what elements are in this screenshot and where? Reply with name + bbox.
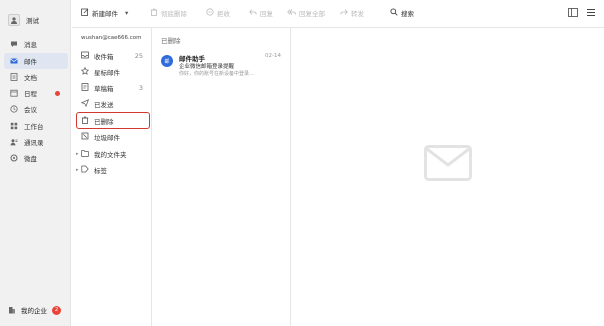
folder-count: 25: [134, 51, 143, 60]
nav-item-contacts[interactable]: 通讯录: [4, 134, 68, 150]
trash-icon: [81, 116, 89, 126]
nav-label: 日程: [24, 90, 37, 98]
nav-label: 工作台: [24, 123, 44, 131]
mail-icon: [10, 57, 18, 65]
nav-item-meeting[interactable]: 会议: [4, 101, 68, 117]
reply-icon: [249, 8, 257, 18]
nav-item-workbench[interactable]: 工作台: [4, 118, 68, 134]
delete-icon: [150, 8, 158, 18]
forward-button[interactable]: 转发: [340, 8, 364, 18]
folder-pane: wushan@cae666.com 收件箱 25 星标邮件 草稿箱 3 已发送 …: [72, 28, 152, 326]
compose-icon: [81, 8, 89, 18]
calendar-icon: [10, 89, 18, 97]
folder-label: 已发送: [94, 100, 114, 109]
new-mail-button[interactable]: 新建邮件 ▾: [81, 8, 128, 18]
reply-all-label: 回复全部: [299, 10, 325, 18]
envelope-icon: [424, 145, 472, 183]
search-label: 搜索: [401, 10, 414, 18]
nav-label: 微盘: [24, 155, 37, 163]
contacts-icon: [10, 138, 18, 146]
folder-count: 3: [138, 83, 143, 92]
reply-all-button[interactable]: 回复全部: [287, 8, 325, 18]
account-email: wushan@cae666.com: [81, 35, 142, 41]
block-icon: [206, 8, 214, 18]
inbox-icon: [81, 51, 89, 61]
layout-toggle-button[interactable]: [568, 8, 578, 19]
meeting-icon: [10, 105, 18, 113]
nav-label: 文档: [24, 74, 37, 82]
folder-label: 星标邮件: [94, 68, 120, 77]
mail-date: 02-14: [265, 53, 281, 59]
chevron-down-icon[interactable]: ▾: [125, 9, 128, 17]
mail-preview: 你好，你的账号在新设备中登录...: [179, 71, 254, 77]
nav-item-mail[interactable]: 邮件: [4, 53, 68, 69]
nav-label: 通讯录: [24, 139, 44, 147]
search-icon: [390, 8, 398, 18]
more-icon: [586, 8, 596, 19]
nav-label: 邮件: [24, 58, 37, 66]
avatar: [8, 14, 20, 26]
folder-label: 垃圾邮件: [94, 133, 120, 142]
folder-starred[interactable]: 星标邮件: [77, 64, 149, 79]
toolbar: 新建邮件 ▾ 彻底删除 拒收 回复 回复全部 转发 搜索: [72, 0, 604, 28]
draft-icon: [81, 82, 89, 93]
delete-permanent-label: 彻底删除: [161, 10, 187, 18]
folder-tags[interactable]: ▸ 标签: [76, 162, 149, 177]
folder-spam[interactable]: 垃圾邮件: [77, 129, 149, 144]
recall-label: 拒收: [217, 10, 230, 18]
nav-item-docs[interactable]: 文档: [4, 69, 68, 85]
star-icon: [80, 66, 90, 77]
chat-icon: [10, 40, 18, 48]
expand-caret-icon[interactable]: ▸: [76, 167, 79, 173]
forward-icon: [340, 8, 348, 18]
reply-button[interactable]: 回复: [249, 8, 273, 18]
new-mail-label: 新建邮件: [92, 10, 118, 18]
folder-deleted[interactable]: 已删除: [76, 112, 150, 129]
search-button[interactable]: 搜索: [390, 8, 414, 18]
profile[interactable]: 测试: [8, 14, 39, 26]
folder-label: 已删除: [94, 117, 114, 126]
list-header: 已删除: [161, 37, 181, 45]
building-icon: [8, 306, 16, 314]
tag-icon: [81, 165, 89, 175]
folder-drafts[interactable]: 草稿箱 3: [77, 80, 149, 95]
folder-label: 我的文件夹: [94, 150, 127, 159]
folder-my-folders[interactable]: ▸ 我的文件夹: [76, 146, 149, 161]
nav-item-messages[interactable]: 消息: [4, 36, 68, 52]
more-menu-button[interactable]: [586, 8, 596, 19]
nav-item-drive[interactable]: 微盘: [4, 150, 68, 166]
mail-list-pane: 已删除 邮 邮件助手 02-14 企业微信邮箱登录提醒 你好，你的账号在新设备中…: [153, 28, 291, 326]
my-enterprise[interactable]: 我的企业 2: [8, 305, 61, 315]
folder-label: 标签: [94, 166, 107, 175]
expand-caret-icon[interactable]: ▸: [76, 151, 79, 157]
forward-label: 转发: [351, 10, 364, 18]
spam-icon: [81, 132, 89, 142]
folder-inbox[interactable]: 收件箱 25: [77, 48, 149, 63]
folder-label: 收件箱: [94, 52, 114, 61]
nav-label: 会议: [24, 106, 37, 114]
doc-icon: [10, 73, 18, 81]
sender-avatar: 邮: [161, 55, 173, 67]
grid-icon: [10, 122, 18, 130]
folder-sent[interactable]: 已发送: [77, 96, 149, 111]
reply-label: 回复: [260, 10, 273, 18]
notification-dot: [55, 91, 60, 96]
layout-icon: [568, 8, 578, 19]
mail-list-item[interactable]: 邮 邮件助手 02-14 企业微信邮箱登录提醒 你好，你的账号在新设备中登录..…: [157, 48, 287, 82]
enterprise-label: 我的企业: [21, 307, 47, 315]
reading-pane: [292, 28, 604, 326]
left-navigation: 测试 消息 邮件 文档 日程 会议 工作台 通讯录 微盘 我的企业 2: [0, 0, 71, 326]
enterprise-badge: 2: [52, 305, 61, 315]
reply-all-icon: [287, 8, 296, 18]
drive-icon: [10, 154, 18, 162]
mail-subject: 企业微信邮箱登录提醒: [179, 64, 235, 70]
delete-permanent-button[interactable]: 彻底删除: [150, 8, 187, 18]
folder-icon: [81, 149, 89, 159]
nav-label: 消息: [24, 41, 37, 49]
profile-name: 测试: [26, 17, 39, 25]
nav-item-calendar[interactable]: 日程: [4, 85, 68, 101]
sent-icon: [80, 98, 90, 109]
folder-label: 草稿箱: [94, 84, 114, 93]
recall-button[interactable]: 拒收: [206, 8, 230, 18]
